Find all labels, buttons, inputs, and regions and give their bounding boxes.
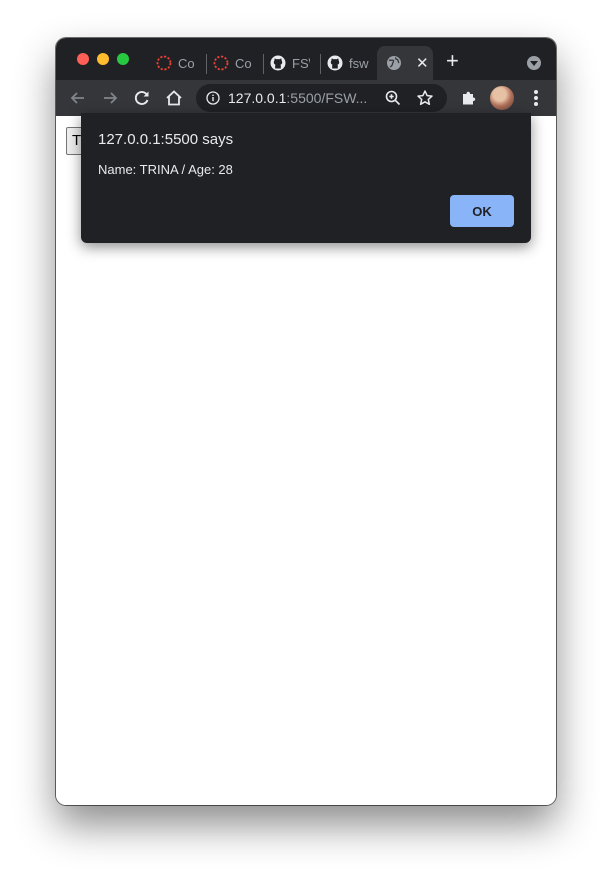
tab-3-label: FS\ <box>292 55 310 71</box>
url-path: :5500/FSW... <box>286 90 368 106</box>
globe-icon <box>387 56 401 70</box>
tab-2-label: Co <box>235 55 252 71</box>
browser-menu-icon[interactable] <box>528 88 544 108</box>
tab-1-label: Co <box>178 55 195 71</box>
dialog-title: 127.0.0.1:5500 says <box>98 131 234 148</box>
close-tab-icon[interactable]: ✕ <box>416 54 429 72</box>
reload-icon[interactable] <box>132 88 152 108</box>
tab-search-icon[interactable] <box>527 56 541 70</box>
address-bar[interactable]: 127.0.0.1:5500/FSW... <box>196 84 447 112</box>
spinner-icon <box>156 55 172 71</box>
extensions-puzzle-icon[interactable] <box>459 88 479 108</box>
github-icon <box>327 55 343 71</box>
url-host: 127.0.0.1 <box>228 90 287 106</box>
bookmark-star-icon[interactable] <box>416 89 434 107</box>
close-window-button[interactable] <box>77 53 89 65</box>
minimize-window-button[interactable] <box>97 53 109 65</box>
alert-dialog: 127.0.0.1:5500 says Name: TRINA / Age: 2… <box>81 113 531 243</box>
tab-2[interactable]: Co <box>205 46 257 80</box>
home-icon[interactable] <box>164 88 184 108</box>
tab-4-label: fsw <box>349 55 369 71</box>
tab-4[interactable]: fsw <box>319 46 375 80</box>
tab-active[interactable]: ✕ <box>377 46 433 80</box>
back-arrow-icon[interactable] <box>68 88 88 108</box>
zoom-window-button[interactable] <box>117 53 129 65</box>
tab-1[interactable]: Co <box>148 46 200 80</box>
tab-strip: Co Co FS\ fsw <box>56 38 556 80</box>
site-info-icon[interactable] <box>206 91 220 105</box>
url-text: 127.0.0.1:5500/FSW... <box>228 90 376 106</box>
ok-button[interactable]: OK <box>450 195 514 227</box>
spinner-icon <box>213 55 229 71</box>
browser-toolbar: 127.0.0.1:5500/FSW... <box>56 80 556 116</box>
zoom-icon[interactable] <box>384 89 402 107</box>
tab-3[interactable]: FS\ <box>262 46 314 80</box>
forward-arrow-icon[interactable] <box>100 88 120 108</box>
new-tab-button[interactable]: + <box>446 50 459 72</box>
profile-avatar[interactable] <box>490 86 514 110</box>
dialog-message: Name: TRINA / Age: 28 <box>98 162 233 177</box>
github-icon <box>270 55 286 71</box>
